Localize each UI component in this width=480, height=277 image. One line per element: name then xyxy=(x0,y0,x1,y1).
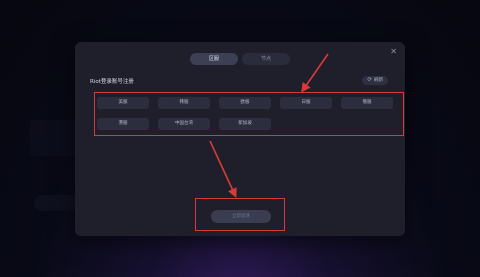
server-ru[interactable]: 俄服 xyxy=(341,97,393,109)
server-tw[interactable]: 中国台湾 xyxy=(158,118,210,130)
server-us[interactable]: 美服 xyxy=(97,97,149,109)
server-jp[interactable]: 日服 xyxy=(280,97,332,109)
accelerate-button[interactable]: 立即加速 xyxy=(211,210,271,223)
refresh-label: 刷新 xyxy=(374,78,383,83)
server-kr[interactable]: 韩服 xyxy=(158,97,210,109)
server-select-dialog: ✕ 区服 节点 Riot登录账号注册 ⟳ 刷新 美服 韩服 欧服 日服 俄服 港… xyxy=(75,42,405,236)
server-eu[interactable]: 欧服 xyxy=(219,97,271,109)
tab-node[interactable]: 节点 xyxy=(242,53,290,65)
server-hk[interactable]: 港服 xyxy=(97,118,149,130)
server-grid: 美服 韩服 欧服 日服 俄服 港服 中国台湾 新加坡 xyxy=(97,97,393,130)
tab-region[interactable]: 区服 xyxy=(190,53,238,65)
refresh-icon: ⟳ xyxy=(367,77,372,83)
refresh-button[interactable]: ⟳ 刷新 xyxy=(362,76,388,85)
server-sg[interactable]: 新加坡 xyxy=(219,118,271,130)
close-icon[interactable]: ✕ xyxy=(390,47,397,56)
section-title: Riot登录账号注册 xyxy=(90,79,134,85)
tab-bar: 区服 节点 xyxy=(190,53,290,65)
